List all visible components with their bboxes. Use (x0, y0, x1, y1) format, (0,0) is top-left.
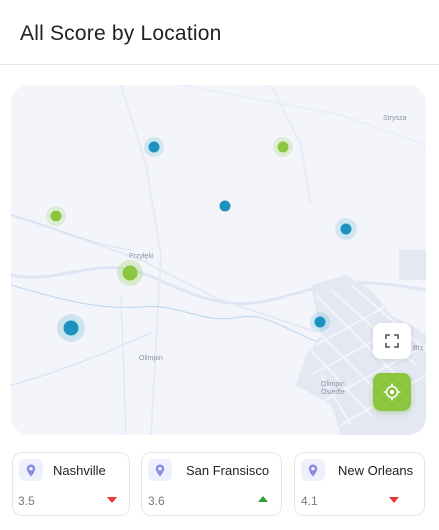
map-marker[interactable] (273, 137, 293, 157)
trend-down-icon (107, 497, 117, 503)
trend-up-icon (258, 496, 268, 502)
map-marker[interactable] (335, 218, 357, 240)
page-title: All Score by Location (20, 22, 222, 45)
map-place-label: Przyłęki (129, 253, 154, 260)
locate-button[interactable] (373, 373, 411, 411)
location-name: New Orleans (338, 463, 414, 478)
map-marker[interactable] (219, 200, 231, 212)
location-name: San Fransisco (186, 463, 270, 478)
location-score: 3.6 (148, 494, 165, 508)
trend-down-icon (389, 497, 399, 503)
location-pin-icon (19, 459, 43, 481)
location-pin-icon (148, 459, 172, 481)
location-score: 4.1 (301, 494, 318, 508)
map-marker[interactable] (46, 206, 66, 226)
map-marker[interactable] (57, 314, 85, 342)
map-marker[interactable] (310, 312, 330, 332)
map-view[interactable]: Strysza Przyłęki Olimpin Olimpin Osiedle… (11, 85, 426, 435)
map-place-label: Brz (413, 345, 424, 352)
crosshair-icon (383, 383, 401, 401)
location-pin-icon (301, 459, 325, 481)
map-place-label: Olimpin Osiedle (321, 381, 345, 396)
card-header: All Score by Location (0, 0, 439, 65)
location-score: 3.5 (18, 494, 35, 508)
map-place-label: Strysza (383, 115, 407, 122)
map-marker[interactable] (144, 137, 164, 157)
location-card-new-orleans[interactable]: New Orleans 4.1 (294, 452, 425, 516)
location-card-nashville[interactable]: Nashville 3.5 (12, 452, 130, 516)
location-name: Nashville (53, 463, 106, 478)
fullscreen-icon (385, 334, 399, 348)
location-card-san-fransisco[interactable]: San Fransisco 3.6 (141, 452, 282, 516)
map-background (11, 85, 426, 435)
map-marker[interactable] (117, 260, 143, 286)
fullscreen-button[interactable] (373, 323, 411, 359)
map-place-label: Olimpin (139, 355, 163, 362)
